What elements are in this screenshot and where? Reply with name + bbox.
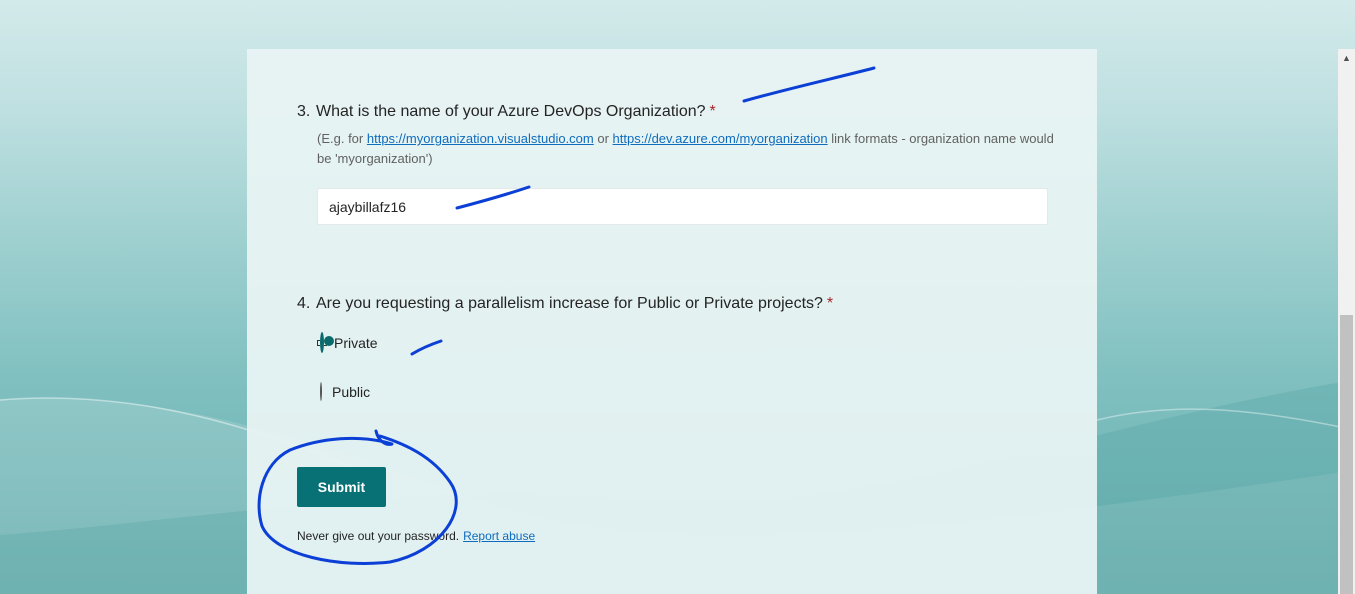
option-public-label: Public [332,384,371,400]
chevron-up-icon[interactable]: ▲ [1338,49,1355,66]
required-asterisk: * [826,295,834,312]
vertical-scrollbar[interactable]: ▲ [1338,49,1355,594]
report-abuse-link[interactable]: Report abuse [463,529,535,543]
footer-notice: Never give out your password. Report abus… [297,529,535,543]
question-4-number: 4. [297,295,311,312]
option-public[interactable]: Public [317,382,371,401]
organization-name-input[interactable] [317,188,1048,225]
option-private-label: Private [334,335,378,351]
question-3-title: 3. What is the name of your Azure DevOps … [297,103,716,121]
form-card: 3. What is the name of your Azure DevOps … [247,49,1097,594]
description-text: or [593,131,613,146]
password-warning: Never give out your password. [297,529,460,543]
required-asterisk: * [709,103,716,120]
radio-public[interactable] [320,382,322,401]
description-text: (E.g. for [317,131,367,146]
question-4-title: 4. Are you requesting a parallelism incre… [297,295,833,313]
question-4-text: Are you requesting a parallelism increas… [316,295,823,312]
scroll-thumb[interactable] [1340,315,1353,594]
option-private[interactable]: Private [317,332,378,353]
submit-button[interactable]: Submit [297,467,386,507]
question-3-text: What is the name of your Azure DevOps Or… [316,103,706,120]
question-3-description: (E.g. for https://myorganization.visuals… [317,129,1057,169]
example-link-visualstudio[interactable]: https://myorganization.visualstudio.com [367,131,594,146]
example-link-dev-azure[interactable]: https://dev.azure.com/myorganization [613,131,828,146]
radio-private[interactable] [320,332,324,353]
question-3-number: 3. [297,103,311,120]
focus-outline [317,332,327,353]
